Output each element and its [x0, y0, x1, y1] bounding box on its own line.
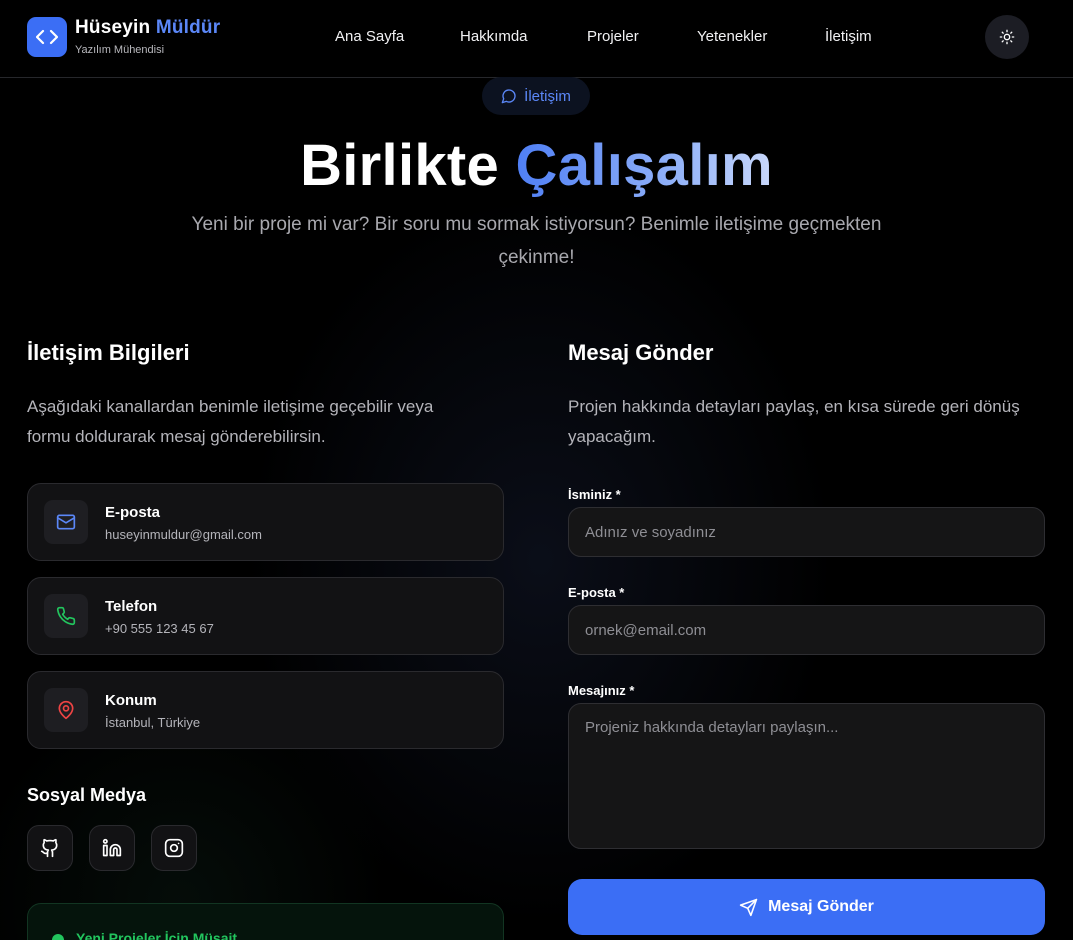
contact-info-title: İletişim Bilgileri — [27, 340, 190, 365]
chat-bubble-icon — [501, 89, 516, 104]
status-dot — [52, 934, 64, 940]
phone-icon — [44, 594, 88, 638]
contact-card-email[interactable]: E-posta huseyinmuldur@gmail.com — [27, 483, 504, 561]
availability-banner: Yeni Projeler İçin Müsait — [27, 903, 504, 940]
mail-icon — [44, 500, 88, 544]
github-icon — [40, 838, 58, 858]
email-label: E-posta * — [568, 585, 625, 600]
code-logo-icon[interactable] — [27, 17, 67, 57]
brand-last-name: Müldür — [155, 17, 221, 38]
instagram-link[interactable] — [151, 825, 197, 871]
brand-name[interactable]: Hüseyin Müldür — [75, 17, 220, 39]
contact-card-phone[interactable]: Telefon +90 555 123 45 67 — [27, 577, 504, 655]
contact-info-description: Aşağıdaki kanallardan benimle iletişime … — [27, 397, 434, 446]
section-badge: İletişim — [482, 77, 590, 115]
contact-card-value: İstanbul, Türkiye — [105, 715, 201, 730]
linkedin-icon — [102, 838, 122, 857]
contact-card-label: Telefon — [105, 598, 158, 615]
message-textarea[interactable] — [568, 703, 1045, 849]
section-badge-label: İletişim — [524, 87, 571, 105]
nav-link-skills[interactable]: Yetenekler — [697, 28, 767, 45]
send-message-label: Mesaj Gönder — [768, 898, 874, 915]
email-input[interactable] — [568, 605, 1045, 655]
page-subtitle: Yeni bir proje mi var? Bir soru mu sorma… — [191, 214, 882, 268]
page-title: Birlikte Çalışalım — [0, 132, 1073, 199]
sun-icon — [999, 29, 1015, 45]
page-title-highlight: Çalışalım — [515, 133, 773, 198]
name-label: İsminiz * — [568, 487, 621, 502]
nav-link-contact[interactable]: İletişim — [825, 28, 872, 45]
linkedin-link[interactable] — [89, 825, 135, 871]
contact-card-label: Konum — [105, 692, 157, 709]
form-title: Mesaj Gönder — [568, 340, 714, 365]
message-label: Mesajınız * — [568, 683, 635, 698]
github-link[interactable] — [27, 825, 73, 871]
contact-card-location[interactable]: Konum İstanbul, Türkiye — [27, 671, 504, 749]
brand-subtitle: Yazılım Mühendisi — [75, 44, 165, 56]
brand-first-name: Hüseyin — [75, 17, 151, 38]
map-pin-icon — [44, 688, 88, 732]
nav-link-projects[interactable]: Projeler — [587, 28, 639, 45]
social-media-title: Sosyal Medya — [27, 785, 147, 805]
name-input[interactable] — [568, 507, 1045, 557]
contact-card-value: huseyinmuldur@gmail.com — [105, 527, 262, 542]
top-navbar: Hüseyin Müldür Yazılım Mühendisi Ana Say… — [0, 0, 1073, 78]
nav-link-home[interactable]: Ana Sayfa — [335, 28, 404, 45]
contact-card-value: +90 555 123 45 67 — [105, 621, 214, 636]
send-message-button[interactable]: Mesaj Gönder — [568, 879, 1045, 935]
nav-link-about[interactable]: Hakkımda — [460, 28, 528, 45]
form-description: Projen hakkında detayları paylaş, en kıs… — [568, 397, 1020, 446]
send-icon — [739, 898, 758, 916]
instagram-icon — [164, 838, 184, 858]
availability-text: Yeni Projeler İçin Müsait — [76, 930, 238, 940]
page-title-plain: Birlikte — [300, 133, 500, 198]
contact-card-label: E-posta — [105, 504, 161, 521]
theme-toggle-button[interactable] — [985, 15, 1029, 59]
